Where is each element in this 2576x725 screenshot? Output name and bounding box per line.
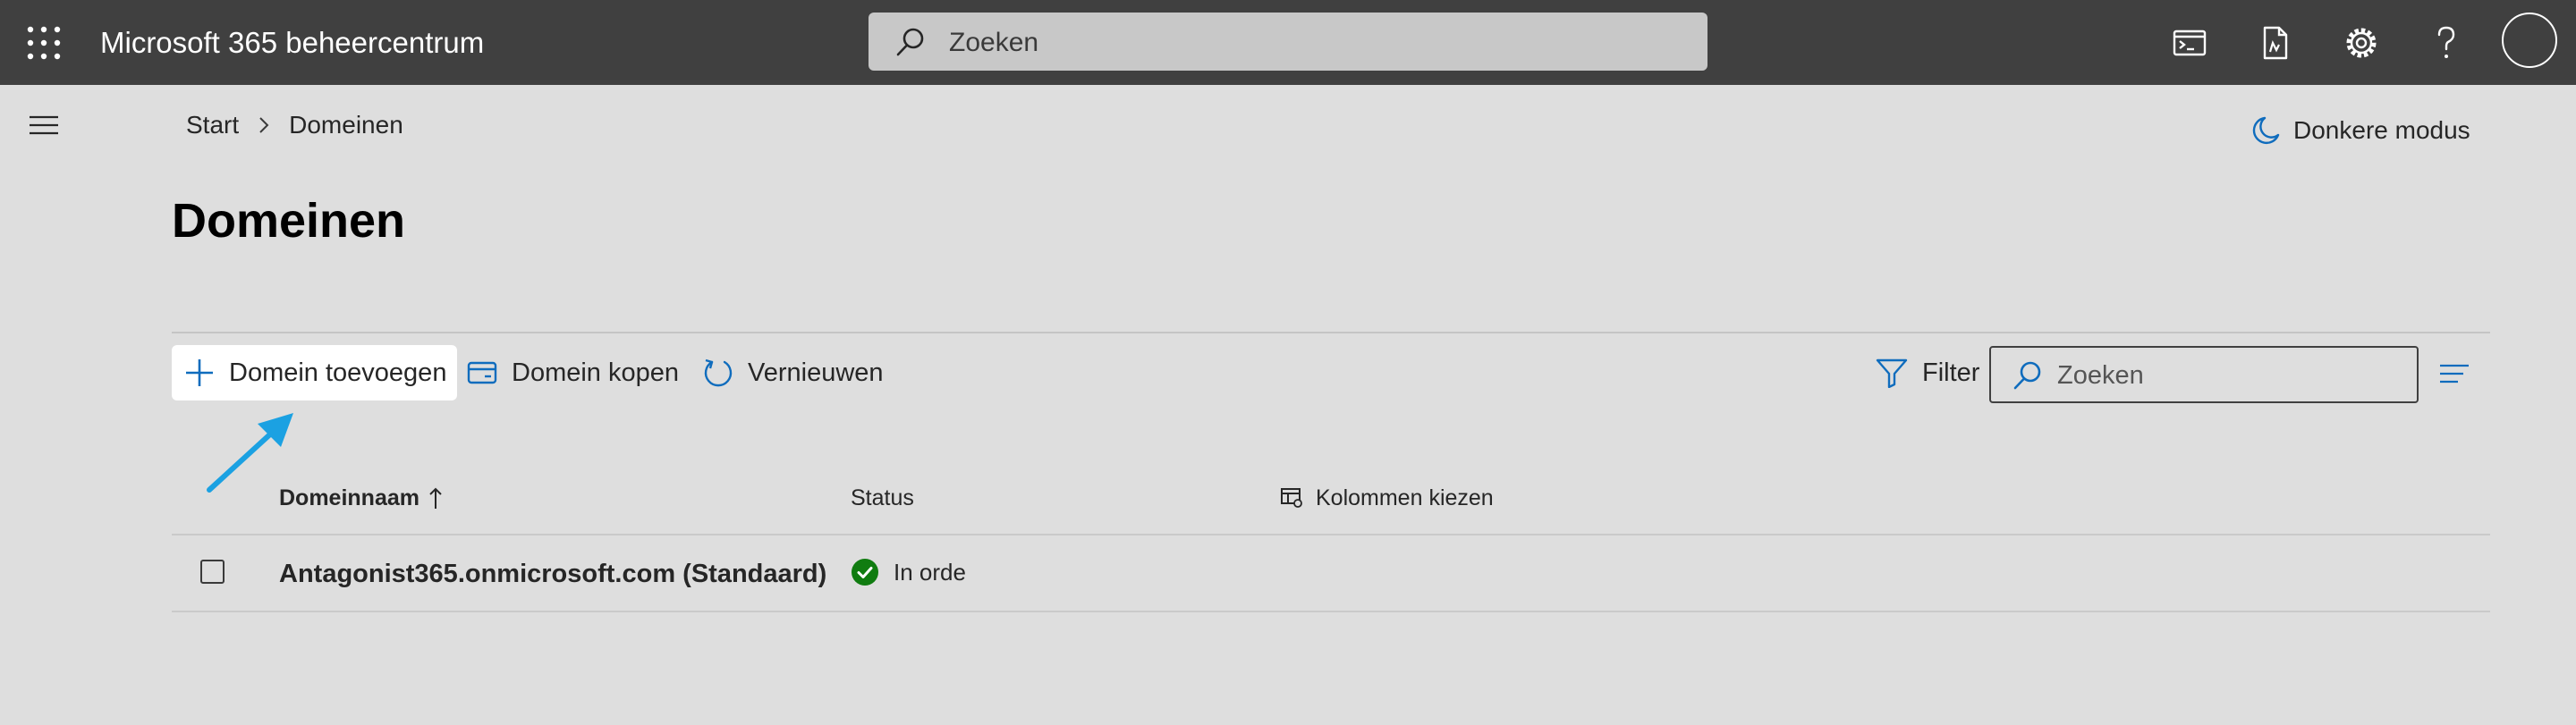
gear-icon[interactable]: [2342, 23, 2381, 63]
view-options-icon[interactable]: [2438, 362, 2470, 385]
search-icon: [2013, 361, 2041, 390]
breadcrumb: Start Domeinen: [186, 109, 403, 141]
column-header-status[interactable]: Status: [851, 482, 914, 514]
column-header-status-label: Status: [851, 485, 914, 510]
document-icon[interactable]: [2255, 23, 2294, 63]
row-checkbox[interactable]: [200, 560, 225, 584]
dark-mode-label: Donkere modus: [2293, 116, 2470, 144]
status-cell: In orde: [851, 558, 966, 586]
terminal-icon[interactable]: [2170, 23, 2209, 63]
filter-label: Filter: [1922, 358, 1980, 387]
breadcrumb-item-current: Domeinen: [289, 111, 403, 139]
buy-domain-label: Domein kopen: [512, 358, 679, 387]
choose-columns-label: Kolommen kiezen: [1316, 485, 1494, 510]
app-title[interactable]: Microsoft 365 beheercentrum: [100, 23, 484, 63]
filter-button[interactable]: Filter: [1876, 345, 1979, 400]
breadcrumb-item-start[interactable]: Start: [186, 109, 239, 141]
card-icon: [467, 361, 497, 384]
add-domain-label: Domein toevoegen: [229, 358, 447, 387]
table-row-divider: [172, 611, 2490, 612]
sort-ascending-icon: [429, 487, 442, 509]
global-search-box[interactable]: [869, 13, 1707, 72]
refresh-button[interactable]: Vernieuwen: [703, 345, 884, 400]
add-domain-button[interactable]: Domein toevoegen: [172, 345, 457, 400]
plus-icon: [186, 359, 213, 386]
search-icon: [896, 28, 924, 56]
list-search-input[interactable]: [2055, 348, 2408, 403]
refresh-icon: [704, 358, 733, 387]
moon-icon: [2252, 116, 2280, 145]
hamburger-menu-icon[interactable]: [28, 114, 60, 137]
choose-columns-button[interactable]: Kolommen kiezen: [1280, 482, 1494, 514]
check-circle-icon: [852, 559, 878, 586]
buy-domain-button[interactable]: Domein kopen: [467, 345, 679, 400]
columns-icon: [1281, 488, 1302, 508]
app-launcher-icon[interactable]: [26, 25, 62, 61]
status-text: In orde: [894, 558, 966, 586]
dark-mode-toggle[interactable]: Donkere modus: [2252, 115, 2470, 146]
top-bar: Microsoft 365 beheercentrum: [0, 0, 2576, 85]
divider: [172, 332, 2490, 333]
filter-icon: [1876, 358, 1908, 388]
page-title: Domeinen: [172, 194, 406, 248]
column-header-domain-name[interactable]: Domeinnaam: [279, 482, 443, 514]
domain-name-cell[interactable]: Antagonist365.onmicrosoft.com (Standaard…: [279, 557, 826, 591]
avatar[interactable]: [2502, 13, 2557, 68]
global-search-input[interactable]: [947, 13, 1684, 72]
chevron-right-icon: [259, 117, 269, 133]
help-icon[interactable]: [2427, 23, 2466, 63]
refresh-label: Vernieuwen: [748, 358, 884, 387]
table-header-divider: [172, 534, 2490, 535]
list-search-box[interactable]: [1989, 346, 2419, 403]
column-header-domain-name-label: Domeinnaam: [279, 485, 419, 510]
